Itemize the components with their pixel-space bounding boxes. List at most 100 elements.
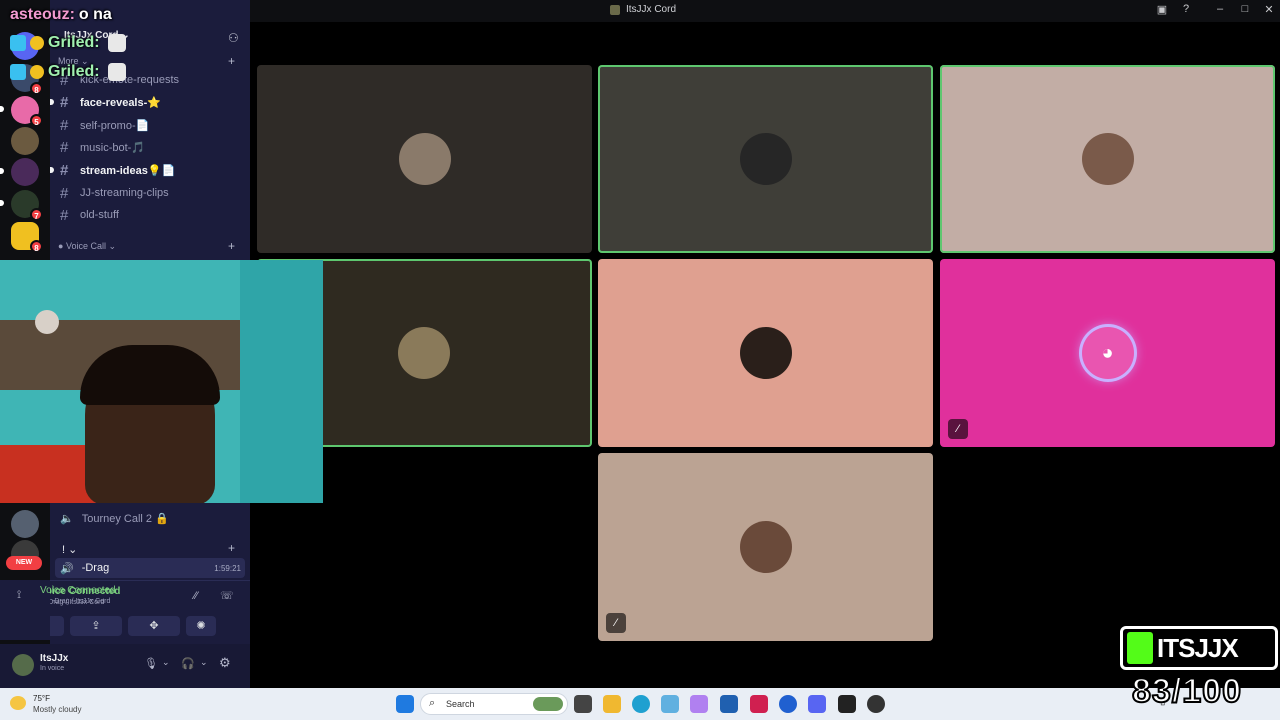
server-icon-5[interactable] <box>11 158 39 186</box>
screen: ItsJJx Cord ▣ ? – □ ✕ 8 5 7 8 NEW ItsJJx… <box>0 0 1280 720</box>
add-member-icon[interactable]: ⚇ <box>228 31 239 45</box>
channel-label: old-stuff <box>80 209 119 221</box>
add-channel-icon-2[interactable]: + <box>228 541 235 555</box>
mic-icon[interactable]: 🎙 <box>144 657 158 670</box>
channel-face-reveals[interactable]: # face-reveals-⭐ <box>50 92 245 112</box>
channel-self-promo[interactable]: # self-promo-📄 <box>60 115 245 135</box>
noise-suppression-icon[interactable]: ⁄⁄ <box>194 590 198 602</box>
category-bang-label: ! <box>62 544 66 556</box>
mention-badge: 8 <box>30 82 43 95</box>
participant-tile[interactable] <box>598 259 933 447</box>
participant-avatar <box>1081 133 1134 185</box>
weather-icon[interactable] <box>10 696 26 710</box>
cam-clock <box>35 310 59 334</box>
epic-games-icon[interactable] <box>838 695 856 713</box>
app-icon[interactable] <box>779 695 797 713</box>
participant-tile[interactable]: ⁄ <box>598 453 933 641</box>
unread-pill <box>0 106 4 112</box>
speaker-icon: 🔈 <box>60 512 74 525</box>
app-icon[interactable] <box>661 695 679 713</box>
user-bar: ItsJJx In voice 🎙 ⌄ 🎧 ⌄ ⚙ <box>0 644 250 688</box>
speaker-icon: 🔊 <box>60 562 74 575</box>
edge-icon[interactable] <box>632 695 650 713</box>
category-voice-call[interactable]: ● Voice Call ⌄ <box>58 241 116 252</box>
avatar[interactable] <box>12 654 34 676</box>
close-button[interactable]: ✕ <box>1261 3 1277 16</box>
channel-label: JJ-streaming-clips <box>80 187 169 199</box>
channel-jj-streaming-clips[interactable]: # JJ-streaming-clips <box>60 183 245 203</box>
channel-label: music-bot-🎵 <box>80 141 146 154</box>
participant-tile-speaking[interactable] <box>598 65 933 253</box>
participant-tile[interactable] <box>257 65 592 253</box>
add-channel-icon[interactable]: + <box>228 54 235 68</box>
voice-channel-tourney-call-2[interactable]: 🔈 Tourney Call 2 🔒 <box>60 508 245 528</box>
server-icon-star[interactable]: 8 <box>11 222 43 253</box>
app-icon[interactable] <box>750 695 768 713</box>
voice-channel-drag[interactable]: 🔊 -Drag 1:59:21 <box>55 558 245 578</box>
unread-pill <box>0 200 4 206</box>
file-explorer-icon[interactable] <box>603 695 621 713</box>
activities-button[interactable]: ✥ <box>128 616 180 636</box>
sub-badge-icon <box>30 36 44 50</box>
hash-icon: # <box>60 93 69 111</box>
add-voice-channel-icon[interactable]: + <box>228 239 235 253</box>
server-icon-6[interactable]: 7 <box>11 190 43 221</box>
channel-old-stuff[interactable]: # old-stuff <box>60 205 245 225</box>
windows-start-icon[interactable] <box>396 695 414 713</box>
cam-wall-right <box>240 260 323 503</box>
search-input[interactable]: ⌕ Search <box>420 693 568 715</box>
voice-status-text[interactable]: Voice Connected <box>40 585 116 596</box>
channel-stream-ideas[interactable]: # stream-ideas💡📄 <box>50 160 245 180</box>
app-icon[interactable] <box>690 695 708 713</box>
headphones-icon[interactable]: 🎧 <box>181 657 195 670</box>
weather-condition[interactable]: Mostly cloudy <box>33 705 81 714</box>
kick-logo-icon <box>1127 632 1153 664</box>
chat-message: o na <box>78 6 112 23</box>
search-icon: ⌕ <box>429 697 436 709</box>
server-icon-3[interactable]: 5 <box>11 96 43 127</box>
participant-avatar <box>739 133 792 185</box>
chat-user: Griled: <box>48 63 100 80</box>
webcam-overlay <box>0 260 323 503</box>
mute-icon: ⁄ <box>606 613 626 633</box>
kick-badge-icon <box>10 35 26 51</box>
search-highlight-icon <box>533 697 563 711</box>
participant-tile-speaking[interactable] <box>940 65 1275 253</box>
settings-icon[interactable]: ⚙ <box>219 655 231 671</box>
maximize-button[interactable]: □ <box>1237 3 1253 15</box>
category-bang[interactable]: ! ⌄ <box>62 543 77 556</box>
app-icon[interactable] <box>867 695 885 713</box>
store-icon[interactable] <box>720 695 738 713</box>
participant-avatar <box>398 133 451 185</box>
discord-taskbar-icon[interactable] <box>808 695 826 713</box>
chevron-down-icon[interactable]: ⌄ <box>162 657 170 668</box>
new-badge: NEW <box>6 556 42 570</box>
task-view-icon[interactable] <box>574 695 592 713</box>
minimize-button[interactable]: – <box>1212 3 1228 15</box>
participant-tile-default-avatar[interactable]: ◕ ⁄ <box>940 259 1275 447</box>
voice-channel-label: Tourney Call 2 🔒 <box>81 512 169 525</box>
username[interactable]: ItsJJx <box>40 653 68 664</box>
server-icon-8[interactable] <box>11 510 39 538</box>
weather-temp[interactable]: 75°F <box>33 694 50 703</box>
screenshare-button[interactable]: ⇪ <box>70 616 122 636</box>
channel-music-bot[interactable]: # music-bot-🎵 <box>60 137 245 157</box>
connection-strength-icon-2[interactable]: ⟟ <box>17 589 21 602</box>
server-icon-4[interactable] <box>11 127 39 155</box>
soundboard-button[interactable]: ✺ <box>186 616 216 636</box>
emote-icon <box>107 34 126 52</box>
mute-icon: ⁄ <box>948 419 968 439</box>
window-title-text: ItsJJx Cord <box>626 4 677 15</box>
disconnect-icon[interactable]: ☏ <box>220 589 234 602</box>
voice-location-text[interactable]: -Drag / ItsJJx Cord <box>52 598 110 605</box>
inbox-icon[interactable]: ▣ <box>1154 3 1170 16</box>
participant-avatar <box>739 327 792 379</box>
hash-icon: # <box>60 161 69 179</box>
mention-badge: 8 <box>30 240 43 253</box>
help-icon[interactable]: ? <box>1178 3 1194 15</box>
participant-avatar <box>398 327 450 379</box>
chat-line: Griled: <box>10 63 126 81</box>
channel-label: self-promo-📄 <box>80 119 150 132</box>
chevron-down-icon[interactable]: ⌄ <box>200 657 208 668</box>
discord-icon: ◕ <box>1081 327 1134 379</box>
